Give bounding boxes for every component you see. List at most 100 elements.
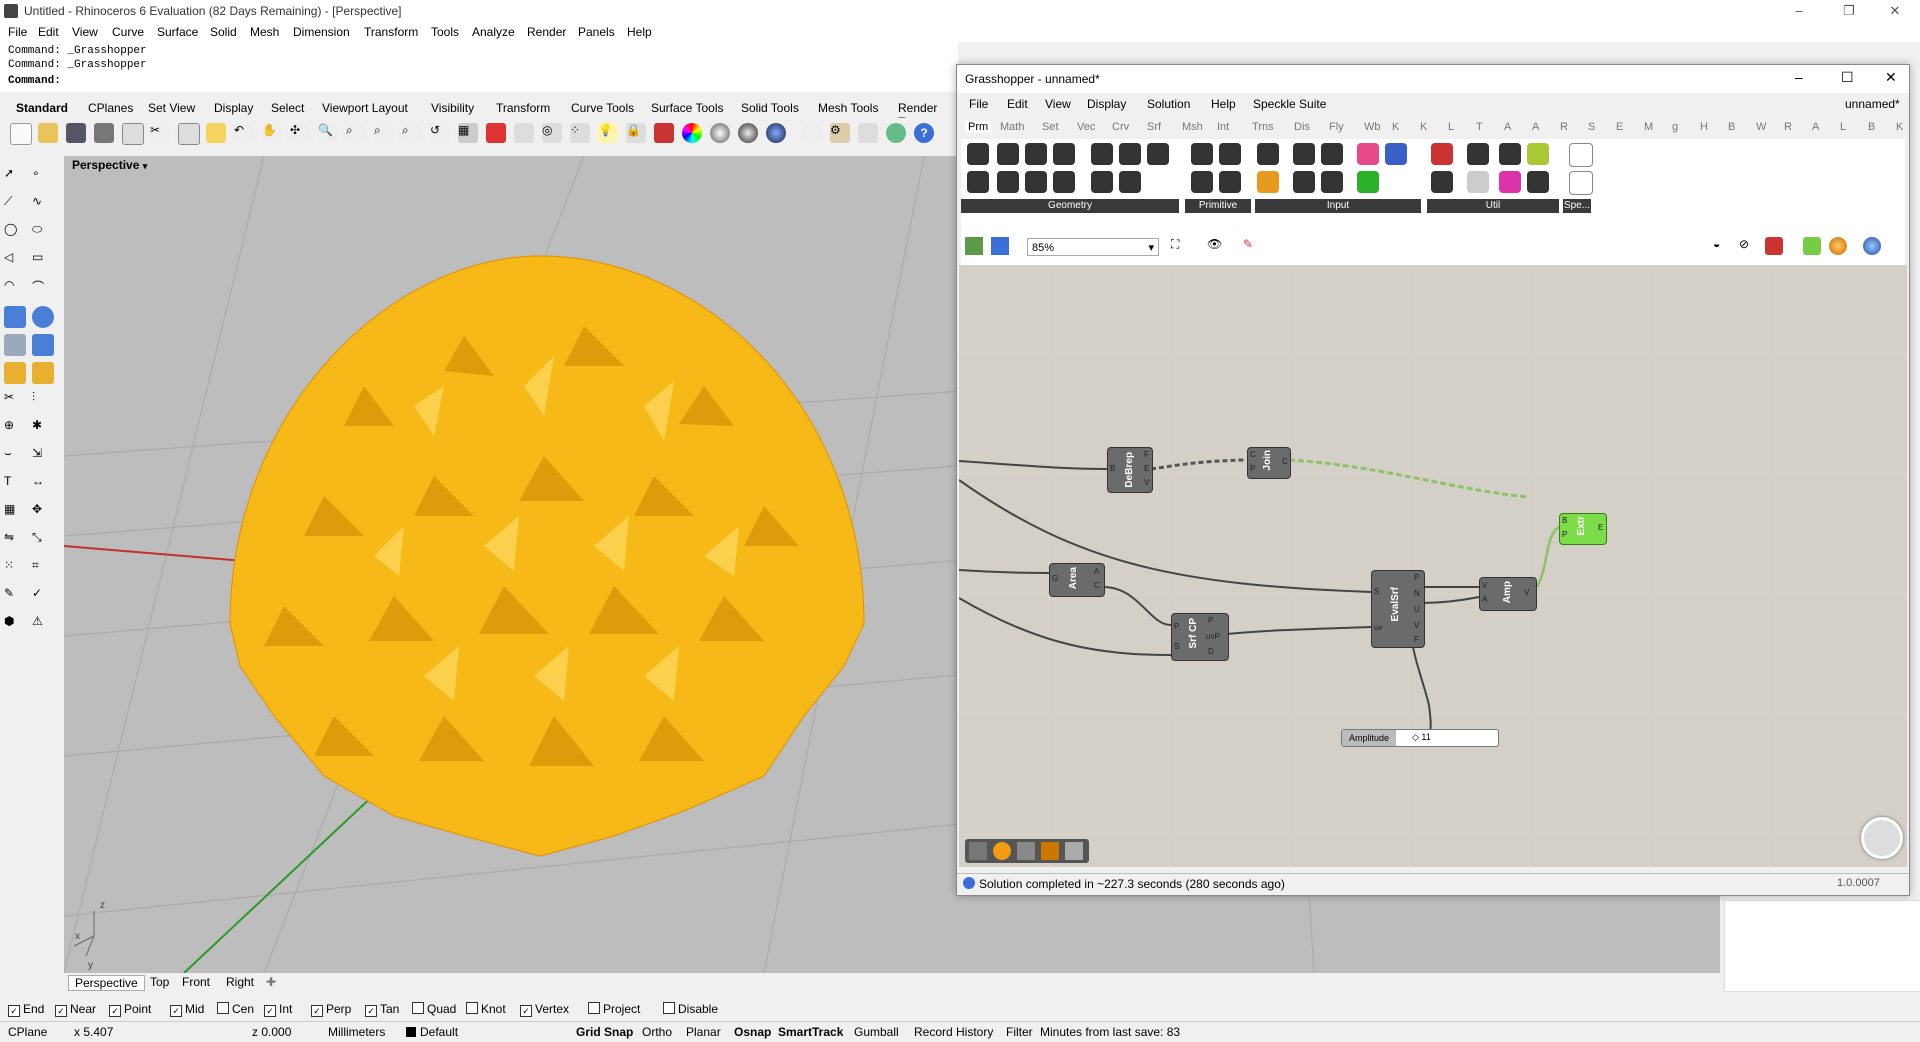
point-icon[interactable]: ∘ [32,166,54,188]
join-component[interactable]: C P Join C [1247,447,1291,479]
debrep-output-v[interactable]: V [1144,478,1149,487]
gh-tab[interactable]: Wb [1364,121,1381,133]
zoom-extents-icon[interactable]: ⛶ [1171,237,1189,255]
osnap-checkbox[interactable] [217,1002,229,1014]
preview-mode-icon[interactable]: ◒ [1713,237,1731,255]
toggle-gumball[interactable]: Gumball [854,1025,899,1039]
viewport-tab-right[interactable]: Right [220,975,260,989]
menu-tools[interactable]: Tools [431,25,459,39]
param-icon[interactable] [1053,171,1075,193]
gh-tab[interactable]: Dis [1294,121,1310,133]
gh-tab[interactable]: Int [1217,121,1229,133]
gh-tab[interactable]: K [1420,121,1427,133]
tab-select[interactable]: Select [271,101,304,115]
ellipse-tool-icon[interactable]: ⬭ [32,222,54,244]
save-icon[interactable] [66,123,86,143]
viewport-tab-perspective[interactable]: Perspective [68,975,145,991]
osnap-near[interactable]: ✓ Near [55,1002,96,1017]
material-icon[interactable] [654,123,674,143]
trim-icon[interactable]: ✂ [4,390,26,412]
gh-close-icon[interactable]: ✕ [1885,69,1897,86]
srfcp-output-d[interactable]: D [1208,647,1214,656]
tab-viewport-layout[interactable]: Viewport Layout [322,101,408,115]
extr-component[interactable]: B P Extr E [1559,513,1607,545]
input-icon[interactable] [1293,171,1315,193]
menu-edit[interactable]: Edit [38,25,59,39]
param-icon[interactable] [997,143,1019,165]
boolean-icon[interactable] [4,362,26,384]
text-icon[interactable]: T [4,474,26,496]
debrep-output-e[interactable]: E [1144,464,1149,473]
gh-minimize-icon[interactable]: – [1795,69,1803,85]
osnap-checkbox[interactable]: ✓ [109,1005,121,1017]
gh-tab[interactable]: W [1756,121,1766,133]
area-input-g[interactable]: G [1052,574,1058,583]
osnap-checkbox[interactable]: ✓ [55,1005,67,1017]
gh-tab[interactable]: K [1896,121,1903,133]
util-icon[interactable] [1431,171,1453,193]
help-icon[interactable]: ? [914,123,934,143]
scale-icon[interactable]: ⤡ [32,530,54,552]
gh-menu-display[interactable]: Display [1087,97,1126,111]
util-icon[interactable] [1527,143,1549,165]
zoom-window-icon[interactable]: ⌕ [374,123,394,143]
light-icon[interactable]: ⚠ [32,614,54,636]
param-icon[interactable] [1091,143,1113,165]
toggle-osnap[interactable]: Osnap [734,1025,771,1039]
battery-icon[interactable] [1065,842,1083,860]
osnap-checkbox[interactable]: ✓ [520,1005,532,1017]
gh-tab[interactable]: A [1504,121,1511,133]
arrow-icon[interactable] [1467,143,1489,165]
menu-help[interactable]: Help [627,25,652,39]
dimension-icon[interactable] [858,123,878,143]
material-preview-icon[interactable] [1829,237,1847,255]
select-arrow-icon[interactable]: ➚ [4,166,26,188]
osnap-mid[interactable]: ✓ Mid [170,1002,204,1017]
join-output-c[interactable]: C [1282,457,1288,466]
viewport-tab-front[interactable]: Front [176,975,216,989]
toggle-ortho[interactable]: Ortho [642,1025,672,1039]
evalsrf-output-u[interactable]: U [1414,605,1420,614]
menu-dimension[interactable]: Dimension [293,25,350,39]
toggle-grid-snap[interactable]: Grid Snap [576,1025,633,1039]
debrep-input-b[interactable]: B [1110,464,1115,473]
shaded-sphere-icon[interactable] [710,123,730,143]
zoom-select[interactable]: 85% ▾ [1027,238,1159,256]
options-gear-icon[interactable]: ⚙ [830,123,850,143]
util-icon[interactable] [1527,171,1549,193]
osnap-checkbox[interactable]: ✓ [264,1005,276,1017]
curve-icon[interactable]: ∿ [32,194,54,216]
toggle-planar[interactable]: Planar [686,1025,721,1039]
input-icon[interactable] [1357,171,1379,193]
ellipse-icon[interactable] [514,123,534,143]
faceted-dome[interactable] [229,255,865,857]
box-icon[interactable] [4,306,26,328]
points-on-icon[interactable]: ⁘ [570,123,590,143]
sphere-preview-icon[interactable] [993,842,1011,860]
input-icon[interactable] [1385,143,1407,165]
param-icon[interactable] [1091,171,1113,193]
target-icon[interactable]: ◎ [542,123,562,143]
pan-icon[interactable]: ✋ [262,123,282,143]
export-icon[interactable] [122,123,144,145]
menu-analyze[interactable]: Analyze [472,25,515,39]
toggle-smarttrack[interactable]: SmartTrack [778,1025,843,1039]
param-icon[interactable] [1119,143,1141,165]
copy-icon[interactable] [178,123,200,145]
gh-menu-edit[interactable]: Edit [1007,97,1028,111]
osnap-checkbox[interactable] [466,1002,478,1014]
param-icon[interactable] [1053,143,1075,165]
osnap-tan[interactable]: ✓ Tan [365,1002,399,1017]
arc-icon[interactable]: ◠ [4,278,26,300]
param-icon[interactable] [1025,171,1047,193]
join-icon[interactable]: ⊕ [4,418,26,440]
menu-file[interactable]: File [8,25,27,39]
status-layer[interactable]: Default [406,1025,458,1039]
param-icon[interactable] [997,171,1019,193]
paste-icon[interactable] [206,123,226,143]
osnap-int[interactable]: ✓ Int [264,1002,292,1017]
circle-icon[interactable]: ◯ [4,222,26,244]
preview-wire-icon[interactable]: ⊘ [1739,237,1757,255]
gh-tab[interactable]: T [1476,121,1483,133]
speckle-icon[interactable] [1569,143,1593,167]
